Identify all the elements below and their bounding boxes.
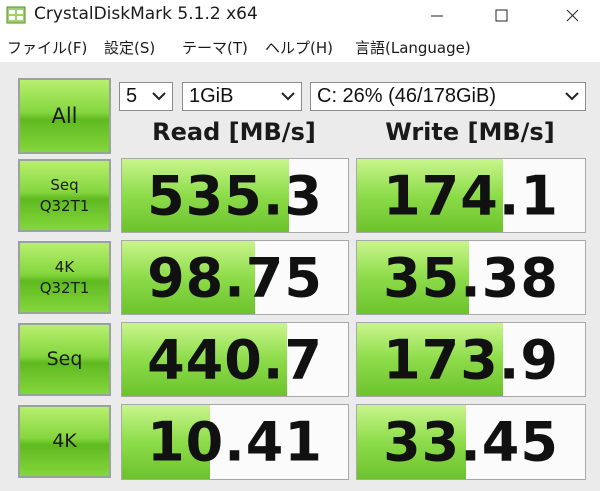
write-result-4k: 33.45 — [356, 404, 586, 480]
run-all-button[interactable]: All — [18, 78, 111, 154]
read-result-seq: 440.7 — [121, 322, 349, 397]
menu-bar: ファイル(F) 設定(S) テーマ(T) ヘルプ(H) 言語(Language) — [0, 32, 600, 62]
test-size-value: 1GiB — [189, 85, 234, 107]
read-value: 10.41 — [147, 410, 323, 474]
test-label: 4K — [52, 429, 77, 452]
minimize-button[interactable] — [414, 0, 460, 32]
chevron-down-icon — [281, 92, 295, 101]
close-button[interactable] — [550, 0, 596, 32]
test-button-4k-q32t1[interactable]: 4K Q32T1 — [18, 241, 111, 314]
write-value: 173.9 — [383, 328, 559, 391]
menu-help[interactable]: ヘルプ(H) — [265, 37, 333, 58]
test-label: 4K Q32T1 — [39, 258, 90, 297]
write-column-header: Write [MB/s] — [385, 118, 555, 146]
read-result-4k-q32t1: 98.75 — [121, 240, 349, 315]
write-value: 33.45 — [383, 410, 559, 474]
title-bar: CrystalDiskMark 5.1.2 x64 — [0, 0, 600, 32]
drive-select[interactable]: C: 26% (46/178GiB) — [310, 82, 586, 111]
crystaldiskmark-app-icon — [6, 6, 26, 24]
read-result-4k: 10.41 — [121, 404, 349, 480]
test-button-seq-q32t1[interactable]: Seq Q32T1 — [18, 159, 111, 232]
test-label: Seq Q32T1 — [39, 176, 90, 215]
write-result-4k-q32t1: 35.38 — [356, 240, 586, 315]
maximize-button[interactable] — [479, 0, 525, 32]
test-size-select[interactable]: 1GiB — [182, 82, 302, 111]
menu-theme[interactable]: テーマ(T) — [182, 37, 248, 58]
menu-language[interactable]: 言語(Language) — [355, 37, 471, 58]
menu-settings[interactable]: 設定(S) — [104, 37, 155, 58]
write-value: 35.38 — [383, 246, 559, 309]
test-button-seq[interactable]: Seq — [18, 323, 111, 396]
test-button-4k[interactable]: 4K — [18, 405, 111, 478]
read-result-seq-q32t1: 535.3 — [121, 158, 349, 233]
read-value: 98.75 — [147, 246, 323, 309]
drive-value: C: 26% (46/178GiB) — [317, 85, 496, 107]
write-result-seq: 173.9 — [356, 322, 586, 397]
test-count-value: 5 — [126, 85, 138, 107]
window-title: CrystalDiskMark 5.1.2 x64 — [34, 4, 258, 24]
read-value: 535.3 — [147, 164, 323, 227]
test-label: Seq — [46, 347, 83, 370]
write-value: 174.1 — [383, 164, 559, 227]
write-result-seq-q32t1: 174.1 — [356, 158, 586, 233]
read-value: 440.7 — [147, 328, 323, 391]
menu-file[interactable]: ファイル(F) — [7, 37, 87, 58]
chevron-down-icon — [565, 92, 579, 101]
read-column-header: Read [MB/s] — [152, 118, 316, 146]
test-count-select[interactable]: 5 — [119, 82, 173, 111]
chevron-down-icon — [152, 92, 166, 101]
